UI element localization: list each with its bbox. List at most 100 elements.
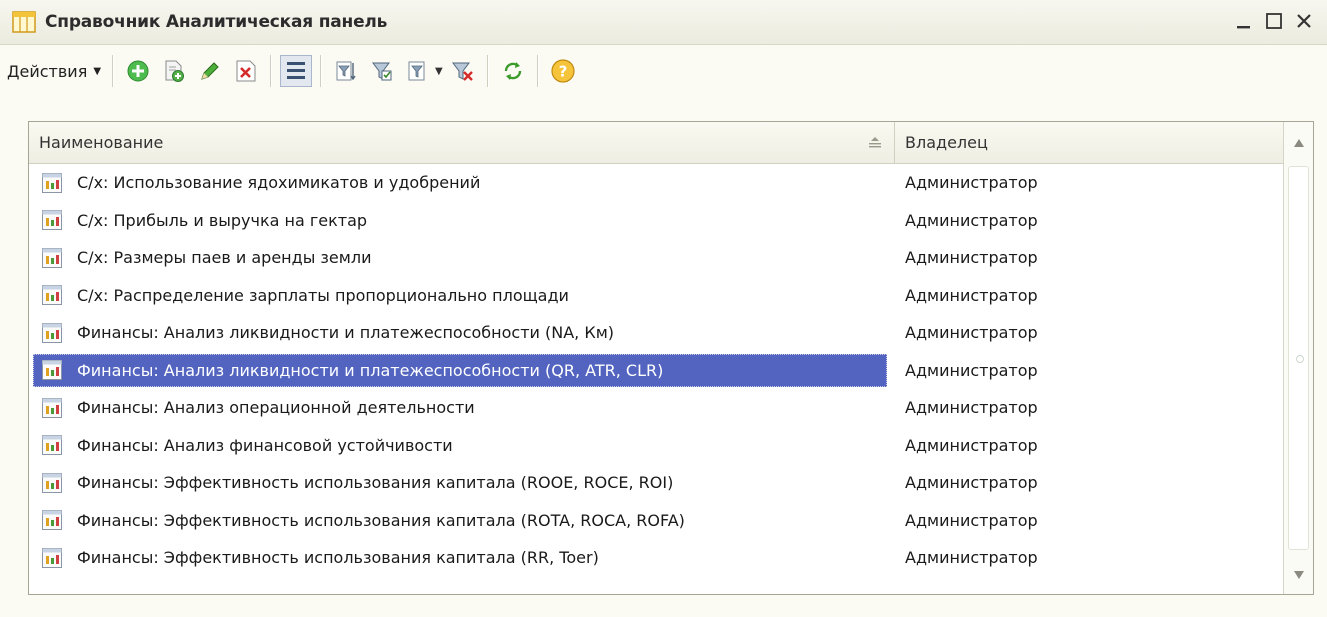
- cell-owner[interactable]: Администратор: [895, 539, 1284, 577]
- add-button[interactable]: [122, 55, 154, 87]
- cell-name[interactable]: Финансы: Анализ финансовой устойчивости: [29, 427, 895, 465]
- scroll-down-button[interactable]: [1284, 560, 1313, 590]
- table-row[interactable]: Финансы: Анализ операционной деятельност…: [29, 389, 1284, 427]
- row-owner-text: Администратор: [905, 323, 1038, 343]
- table-row[interactable]: С/х: Использование ядохимикатов и удобре…: [29, 164, 1284, 202]
- cell-owner[interactable]: Администратор: [895, 202, 1284, 240]
- actions-menu-label: Действия: [7, 61, 88, 81]
- row-name-text: Финансы: Эффективность использования кап…: [77, 473, 674, 493]
- filter-clear-button[interactable]: [447, 55, 479, 87]
- row-name-text: С/х: Прибыль и выручка на гектар: [77, 210, 368, 230]
- copy-icon: [165, 60, 185, 82]
- scroll-up-button[interactable]: [1284, 128, 1313, 158]
- add-icon: [127, 60, 149, 82]
- chevron-down-icon: ▼: [435, 65, 443, 77]
- row-name-text: Финансы: Эффективность использования кап…: [77, 548, 599, 568]
- row-owner-text: Администратор: [905, 173, 1038, 193]
- filter-by-value-button[interactable]: [366, 55, 398, 87]
- hierarchy-view-button[interactable]: [280, 55, 313, 87]
- cell-owner[interactable]: Администратор: [895, 314, 1284, 352]
- toolbar-separator: [270, 55, 273, 87]
- cell-name[interactable]: С/х: Прибыль и выручка на гектар: [29, 202, 895, 240]
- row-name-text: С/х: Использование ядохимикатов и удобре…: [77, 173, 481, 193]
- report-document-icon: [42, 547, 62, 568]
- cell-name[interactable]: Финансы: Анализ ликвидности и платежеспо…: [29, 352, 895, 390]
- cell-owner[interactable]: Администратор: [895, 164, 1284, 202]
- delete-button[interactable]: [230, 55, 262, 87]
- title-bar: Справочник Аналитическая панель: [0, 0, 1327, 45]
- row-name-text: С/х: Распределение зарплаты пропорционал…: [77, 285, 569, 305]
- table-header: Наименование Владелец: [29, 122, 1284, 164]
- maximize-button[interactable]: [1259, 8, 1289, 34]
- table-row[interactable]: Финансы: Анализ ликвидности и платежеспо…: [29, 314, 1284, 352]
- row-owner-text: Администратор: [905, 285, 1038, 305]
- row-owner-text: Администратор: [905, 398, 1038, 418]
- scroll-thumb[interactable]: [1288, 166, 1309, 550]
- row-owner-text: Администратор: [905, 248, 1038, 268]
- toolbar: Действия ▼ ▼ ?: [0, 46, 1327, 96]
- chevron-down-icon: ▼: [93, 65, 102, 77]
- cell-name[interactable]: Финансы: Анализ ликвидности и платежеспо…: [29, 314, 895, 352]
- cell-name[interactable]: С/х: Использование ядохимикатов и удобре…: [29, 164, 895, 202]
- minimize-button[interactable]: [1229, 8, 1259, 34]
- filter-history-button[interactable]: ▼: [402, 55, 443, 87]
- refresh-button[interactable]: [497, 55, 529, 87]
- toolbar-separator: [112, 55, 115, 87]
- arrow-up-icon: [1293, 139, 1304, 147]
- filter-history-main: [402, 55, 434, 87]
- window-title: Справочник Аналитическая панель: [45, 12, 388, 32]
- actions-menu-button[interactable]: Действия ▼: [2, 55, 106, 87]
- table-body: С/х: Использование ядохимикатов и удобре…: [29, 164, 1284, 577]
- scroll-grip-icon: [1296, 355, 1304, 363]
- filter-by-value-icon: [372, 62, 392, 81]
- row-owner-text: Администратор: [905, 210, 1038, 230]
- table-row[interactable]: Финансы: Эффективность использования кап…: [29, 464, 1284, 502]
- vertical-scrollbar[interactable]: [1283, 122, 1313, 594]
- table-row[interactable]: Финансы: Эффективность использования кап…: [29, 502, 1284, 540]
- report-document-icon: [42, 172, 62, 193]
- table-row[interactable]: С/х: Прибыль и выручка на гектар Админист…: [29, 202, 1284, 240]
- cell-owner[interactable]: Администратор: [895, 389, 1284, 427]
- toolbar-separator: [536, 55, 539, 87]
- cell-name[interactable]: Финансы: Эффективность использования кап…: [29, 502, 895, 540]
- cell-owner[interactable]: Администратор: [895, 277, 1284, 315]
- hierarchy-view-icon: [287, 62, 306, 79]
- row-name-text: Финансы: Анализ операционной деятельност…: [77, 398, 475, 418]
- column-header-name[interactable]: Наименование: [29, 122, 895, 163]
- column-header-owner[interactable]: Владелец: [895, 122, 1284, 163]
- cell-owner[interactable]: Администратор: [895, 464, 1284, 502]
- help-button[interactable]: ?: [547, 55, 579, 87]
- cell-owner[interactable]: Администратор: [895, 352, 1284, 390]
- cell-owner[interactable]: Администратор: [895, 239, 1284, 277]
- copy-button[interactable]: [158, 55, 190, 87]
- row-owner-text: Администратор: [905, 548, 1038, 568]
- report-document-icon: [42, 510, 62, 531]
- table-row[interactable]: Финансы: Эффективность использования кап…: [29, 539, 1284, 577]
- catalog-window: Справочник Аналитическая панель Действия…: [0, 0, 1327, 617]
- row-name-text: Финансы: Анализ ликвидности и платежеспо…: [77, 323, 615, 343]
- arrow-down-icon: [1293, 571, 1304, 579]
- cell-name[interactable]: С/х: Распределение зарплаты пропорционал…: [29, 277, 895, 315]
- close-button[interactable]: [1289, 8, 1319, 34]
- column-header-owner-label: Владелец: [905, 133, 988, 152]
- catalog-table: Наименование Владелец С/х: Использование…: [28, 121, 1314, 595]
- cell-owner[interactable]: Администратор: [895, 502, 1284, 540]
- edit-button[interactable]: [194, 55, 226, 87]
- sort-ascending-icon: [869, 137, 881, 148]
- report-document-icon: [42, 435, 62, 456]
- report-document-icon: [42, 322, 62, 343]
- column-header-name-label: Наименование: [39, 133, 164, 152]
- cell-owner[interactable]: Администратор: [895, 427, 1284, 465]
- table-row[interactable]: Финансы: Анализ финансовой устойчивости А…: [29, 427, 1284, 465]
- cell-name[interactable]: Финансы: Эффективность использования кап…: [29, 464, 895, 502]
- row-owner-text: Администратор: [905, 510, 1038, 530]
- table-row[interactable]: С/х: Размеры паев и аренды земли Админист…: [29, 239, 1284, 277]
- table-row[interactable]: С/х: Распределение зарплаты пропорционал…: [29, 277, 1284, 315]
- filter-clear-icon: [451, 62, 473, 81]
- report-document-icon: [42, 472, 62, 493]
- table-row[interactable]: Финансы: Анализ ликвидности и платежеспо…: [29, 352, 1284, 390]
- cell-name[interactable]: С/х: Размеры паев и аренды земли: [29, 239, 895, 277]
- filter-set-button[interactable]: [330, 55, 362, 87]
- cell-name[interactable]: Финансы: Анализ операционной деятельност…: [29, 389, 895, 427]
- cell-name[interactable]: Финансы: Эффективность использования кап…: [29, 539, 895, 577]
